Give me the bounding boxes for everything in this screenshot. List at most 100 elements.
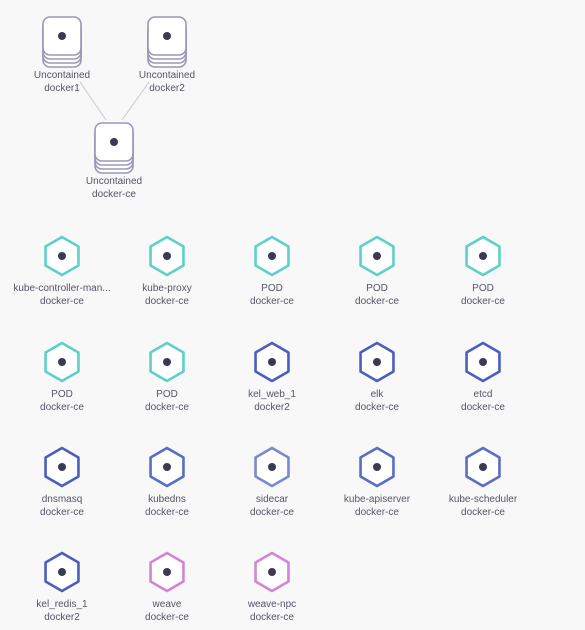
container-node[interactable]: sidecar docker-ce <box>217 445 327 519</box>
node-label: kube-scheduler <box>448 494 518 505</box>
container-node[interactable]: POD docker-ce <box>112 340 222 414</box>
hexagon-container-icon <box>465 235 501 277</box>
node-center-dot <box>268 568 276 576</box>
container-node[interactable]: weave docker-ce <box>112 550 222 624</box>
container-node[interactable]: POD docker-ce <box>428 234 538 308</box>
node-label: weave-npc <box>247 599 297 610</box>
node-center-dot <box>163 568 171 576</box>
node-center-dot <box>58 463 66 471</box>
node-label: weave <box>152 599 182 610</box>
host-stack-icon <box>42 16 82 68</box>
node-center-dot <box>58 568 66 576</box>
hexagon-container-icon <box>254 341 290 383</box>
node-host-label: docker-ce <box>40 507 84 518</box>
node-center-dot <box>373 252 381 260</box>
node-label: POD <box>472 283 494 294</box>
host-node-docker-ce[interactable]: Uncontained docker-ce <box>59 120 169 201</box>
node-center-dot <box>163 252 171 260</box>
node-center-dot <box>58 252 66 260</box>
hexagon-container-icon <box>359 235 395 277</box>
node-host-label: docker-ce <box>461 296 505 307</box>
host-stack-icon <box>94 122 134 174</box>
container-node[interactable]: etcd docker-ce <box>428 340 538 414</box>
container-node[interactable]: POD docker-ce <box>322 234 432 308</box>
node-center-dot <box>268 358 276 366</box>
node-host-label: docker-ce <box>92 189 136 200</box>
hexagon-container-icon <box>359 446 395 488</box>
node-host-label: docker2 <box>149 83 185 94</box>
node-label: POD <box>156 389 178 400</box>
node-host-label: docker-ce <box>355 296 399 307</box>
node-host-label: docker-ce <box>461 402 505 413</box>
node-center-dot <box>58 32 66 40</box>
node-label: POD <box>51 389 73 400</box>
hexagon-container-icon <box>149 551 185 593</box>
container-node[interactable]: kube-proxy docker-ce <box>112 234 222 308</box>
node-center-dot <box>58 358 66 366</box>
node-center-dot <box>479 358 487 366</box>
node-host-label: docker2 <box>254 402 290 413</box>
container-node[interactable]: kel_web_1 docker2 <box>217 340 327 414</box>
hexagon-container-icon <box>149 235 185 277</box>
node-host-label: docker-ce <box>355 402 399 413</box>
hexagon-container-icon <box>254 446 290 488</box>
container-node[interactable]: weave-npc docker-ce <box>217 550 327 624</box>
hexagon-container-icon <box>254 235 290 277</box>
topology-canvas[interactable]: Uncontained docker1 Uncontained docker2 Unco… <box>0 0 585 630</box>
hexagon-container-icon <box>44 235 80 277</box>
node-center-dot <box>163 463 171 471</box>
node-host-label: docker-ce <box>250 296 294 307</box>
node-center-dot <box>479 252 487 260</box>
hexagon-container-icon <box>359 341 395 383</box>
host-node-docker1[interactable]: Uncontained docker1 <box>7 14 117 95</box>
node-label: etcd <box>473 389 493 400</box>
node-center-dot <box>163 358 171 366</box>
node-label: POD <box>261 283 283 294</box>
container-node[interactable]: kel_redis_1 docker2 <box>7 550 117 624</box>
hexagon-container-icon <box>149 446 185 488</box>
node-label: elk <box>370 389 384 400</box>
node-label: Uncontained <box>138 70 196 81</box>
container-node[interactable]: dnsmasq docker-ce <box>7 445 117 519</box>
node-host-label: docker-ce <box>250 612 294 623</box>
container-node[interactable]: kube-apiserver docker-ce <box>322 445 432 519</box>
container-node[interactable]: kube-scheduler docker-ce <box>428 445 538 519</box>
node-host-label: docker-ce <box>355 507 399 518</box>
node-label: Uncontained <box>85 176 143 187</box>
node-host-label: docker-ce <box>145 402 189 413</box>
node-center-dot <box>268 463 276 471</box>
node-host-label: docker1 <box>44 83 80 94</box>
node-host-label: docker-ce <box>145 507 189 518</box>
node-host-label: docker-ce <box>40 402 84 413</box>
node-label: sidecar <box>255 494 289 505</box>
container-node[interactable]: kube-controller-man... docker-ce <box>7 234 117 308</box>
node-label: dnsmasq <box>41 494 83 505</box>
node-label: kube-proxy <box>142 283 192 294</box>
node-label: POD <box>366 283 388 294</box>
node-host-label: docker-ce <box>40 296 84 307</box>
hexagon-container-icon <box>44 341 80 383</box>
host-stack-icon <box>147 16 187 68</box>
hexagon-container-icon <box>465 446 501 488</box>
hexagon-container-icon <box>44 551 80 593</box>
node-label: kubedns <box>148 494 186 505</box>
node-label: Uncontained <box>33 70 91 81</box>
node-center-dot <box>268 252 276 260</box>
container-node[interactable]: POD docker-ce <box>217 234 327 308</box>
node-label: kube-controller-man... <box>13 283 111 294</box>
container-node[interactable]: POD docker-ce <box>7 340 117 414</box>
node-label: kel_web_1 <box>248 389 296 400</box>
node-host-label: docker-ce <box>145 296 189 307</box>
node-host-label: docker2 <box>44 612 80 623</box>
node-host-label: docker-ce <box>145 612 189 623</box>
host-node-docker2[interactable]: Uncontained docker2 <box>112 14 222 95</box>
container-node[interactable]: kubedns docker-ce <box>112 445 222 519</box>
hexagon-container-icon <box>44 446 80 488</box>
hexagon-container-icon <box>465 341 501 383</box>
container-node[interactable]: elk docker-ce <box>322 340 432 414</box>
hexagon-container-icon <box>149 341 185 383</box>
node-center-dot <box>110 138 118 146</box>
node-center-dot <box>373 463 381 471</box>
node-label: kube-apiserver <box>343 494 411 505</box>
node-host-label: docker-ce <box>250 507 294 518</box>
